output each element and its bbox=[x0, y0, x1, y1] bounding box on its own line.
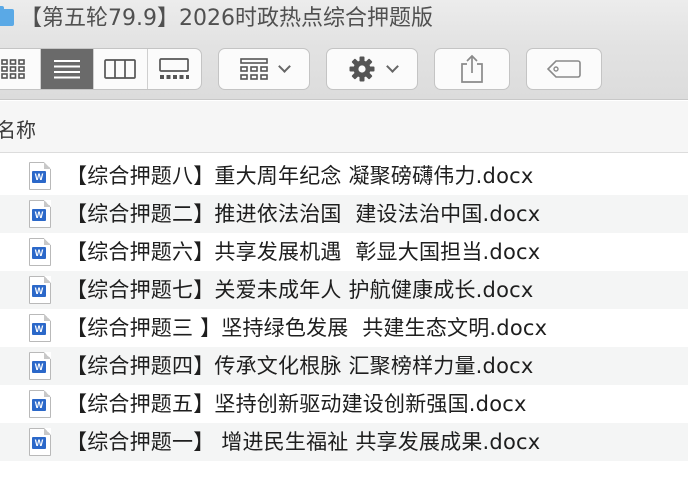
group-by-button[interactable] bbox=[218, 48, 310, 90]
file-name: 【综合押题六】共享发展机遇 彰显大国担当.docx bbox=[66, 240, 541, 264]
file-row[interactable]: W 【综合押题五】坚持创新驱动建设创新强国.docx bbox=[0, 385, 688, 423]
word-doc-icon: W bbox=[29, 390, 51, 418]
file-row[interactable]: W 【综合押题一】 增进民生福祉 共享发展成果.docx bbox=[0, 423, 688, 461]
list-view-button[interactable] bbox=[40, 49, 94, 89]
icon-view-icon bbox=[1, 59, 26, 79]
folder-icon bbox=[0, 6, 14, 26]
word-doc-icon: W bbox=[29, 238, 51, 266]
gallery-view-button[interactable] bbox=[148, 49, 202, 89]
word-doc-icon: W bbox=[29, 276, 51, 304]
chevron-down-icon bbox=[277, 60, 291, 73]
share-icon bbox=[461, 54, 483, 83]
chevron-down-icon bbox=[385, 60, 399, 73]
file-row[interactable]: W 【综合押题六】共享发展机遇 彰显大国担当.docx bbox=[0, 233, 688, 271]
word-doc-icon: W bbox=[29, 428, 51, 456]
name-column-header[interactable]: 名称 bbox=[0, 114, 36, 143]
file-row[interactable]: W 【综合押题四】传承文化根脉 汇聚榜样力量.docx bbox=[0, 347, 688, 385]
file-name: 【综合押题二】推进依法治国 建设法治中国.docx bbox=[66, 202, 541, 226]
tag-icon bbox=[547, 60, 581, 78]
file-name: 【综合押题五】坚持创新驱动建设创新强国.docx bbox=[66, 392, 527, 416]
tags-button[interactable] bbox=[526, 48, 602, 90]
file-row[interactable]: W 【综合押题二】推进依法治国 建设法治中国.docx bbox=[0, 195, 688, 233]
file-row[interactable]: W 【综合押题八】重大周年纪念 凝聚磅礴伟力.docx bbox=[0, 157, 688, 195]
file-name: 【综合押题一】 增进民生福祉 共享发展成果.docx bbox=[66, 430, 541, 454]
file-list: W 【综合押题八】重大周年纪念 凝聚磅礴伟力.docx W 【综合押题二】推进依… bbox=[0, 157, 688, 461]
column-view-button[interactable] bbox=[94, 49, 148, 89]
toolbar bbox=[0, 42, 688, 100]
file-row[interactable]: W 【综合押题七】关爱未成年人 护航健康成长.docx bbox=[0, 271, 688, 309]
view-mode-segmented-control bbox=[0, 48, 202, 90]
window-title-bar[interactable]: 【第五轮79.9】2026时政热点综合押题版 bbox=[0, 0, 688, 42]
file-name: 【综合押题四】传承文化根脉 汇聚榜样力量.docx bbox=[66, 354, 534, 378]
share-button[interactable] bbox=[434, 48, 510, 90]
gallery-view-icon bbox=[159, 58, 190, 79]
action-menu-button[interactable] bbox=[326, 48, 418, 90]
file-name: 【综合押题八】重大周年纪念 凝聚磅礴伟力.docx bbox=[66, 164, 534, 188]
window-title: 【第五轮79.9】2026时政热点综合押题版 bbox=[20, 6, 433, 31]
list-view-icon bbox=[53, 60, 80, 79]
gear-icon bbox=[349, 56, 374, 82]
file-name: 【综合押题七】关爱未成年人 护航健康成长.docx bbox=[66, 278, 534, 302]
group-grid-icon bbox=[239, 58, 268, 80]
file-name: 【综合押题三 】坚持绿色发展 共建生态文明.docx bbox=[66, 316, 548, 340]
word-doc-icon: W bbox=[29, 352, 51, 380]
column-header-bar: 名称 bbox=[0, 101, 688, 153]
word-doc-icon: W bbox=[29, 314, 51, 342]
file-row[interactable]: W 【综合押题三 】坚持绿色发展 共建生态文明.docx bbox=[0, 309, 688, 347]
column-view-icon bbox=[104, 59, 137, 79]
word-doc-icon: W bbox=[29, 162, 51, 190]
icon-view-button[interactable] bbox=[0, 49, 41, 89]
word-doc-icon: W bbox=[29, 200, 51, 228]
